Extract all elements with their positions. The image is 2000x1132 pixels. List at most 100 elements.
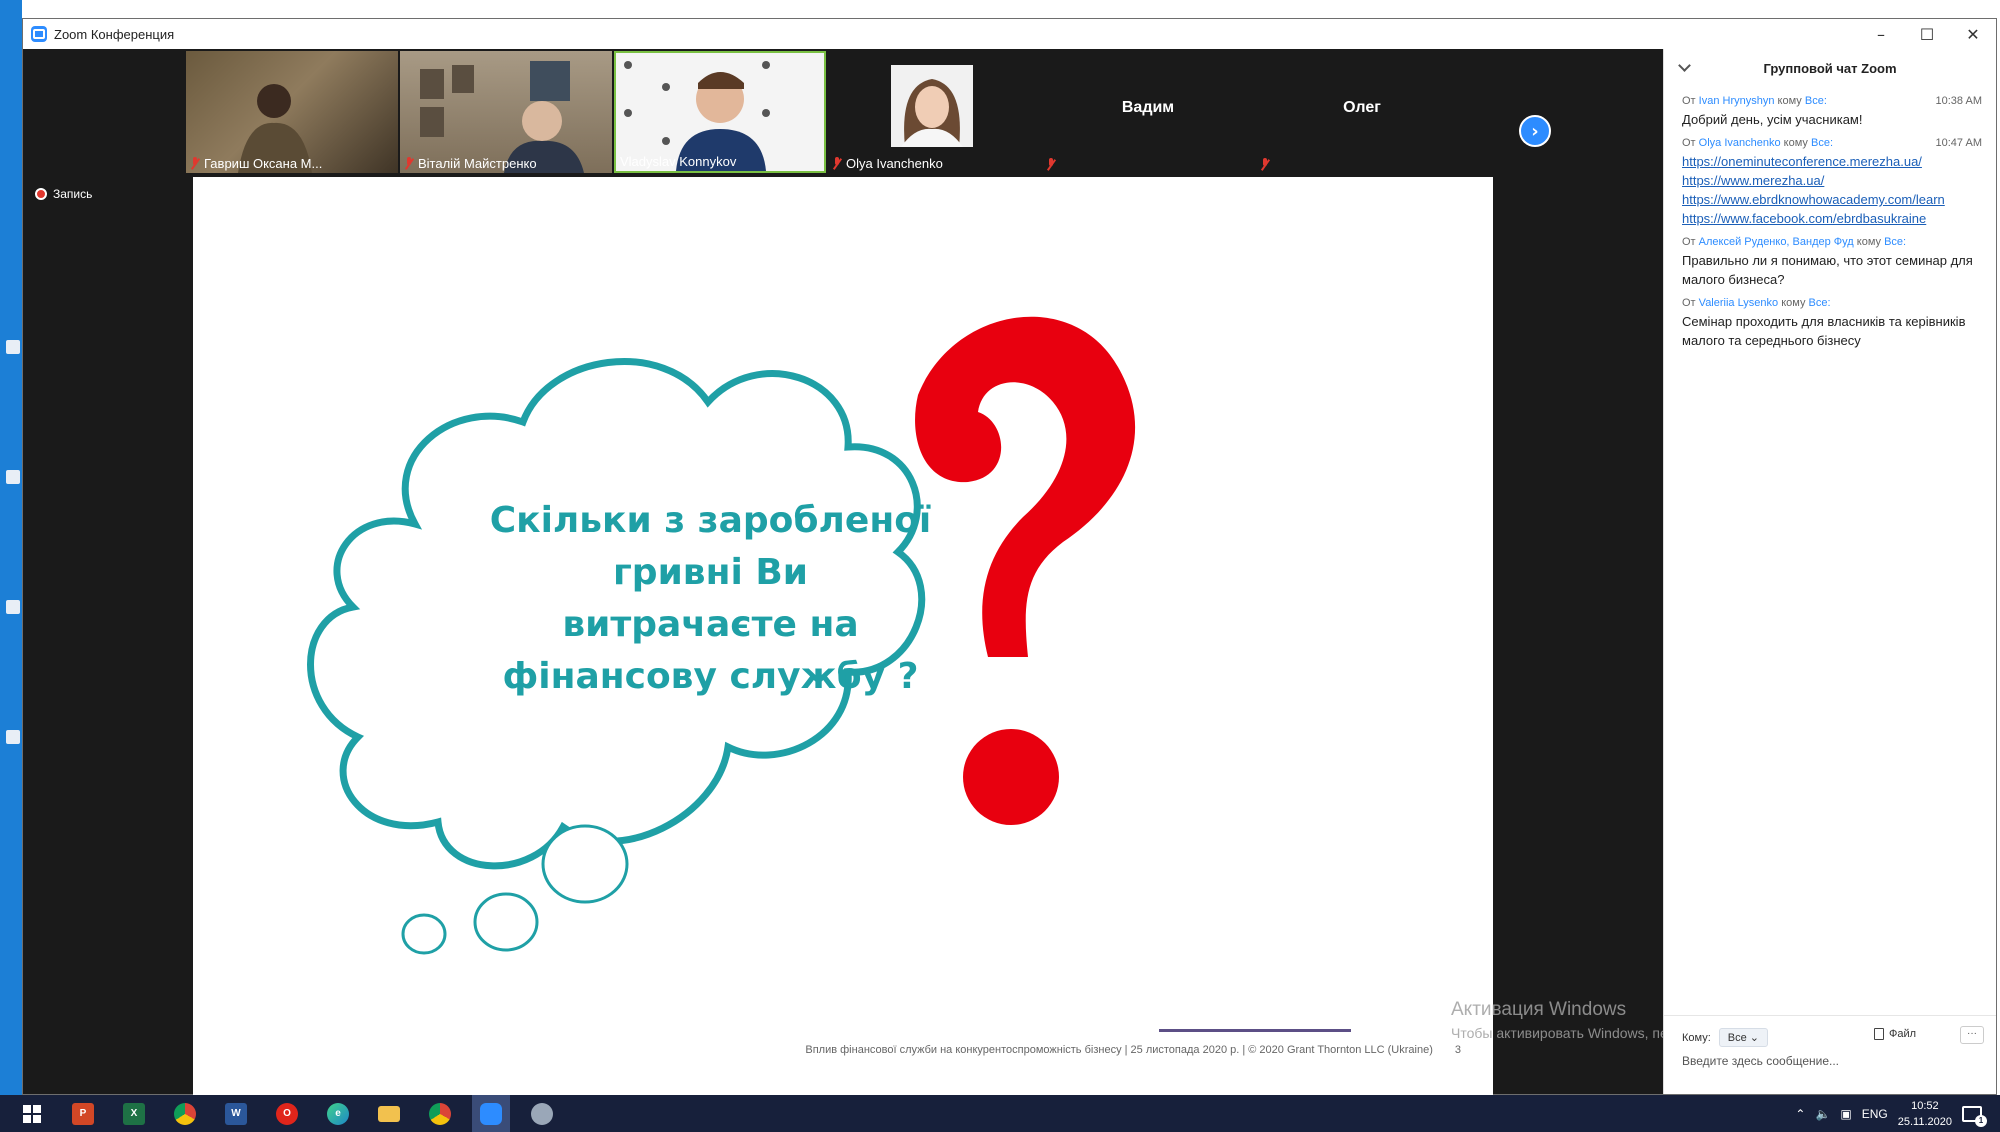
video-tile[interactable]: Гавриш Оксана М... xyxy=(186,51,398,173)
from-prefix: От xyxy=(1682,236,1696,248)
chat-title: Групповой чат Zoom xyxy=(1763,60,1897,76)
slide-page-number: 3 xyxy=(1454,1044,1461,1056)
chat-message: От Алексей Руденко, Вандер Фуд кому Все:… xyxy=(1682,236,1982,289)
next-page-button[interactable]: › xyxy=(1519,115,1551,147)
chat-header: Групповой чат Zoom xyxy=(1664,49,1996,87)
chat-message: От Ivan Hrynyshyn кому Все: 10:38 AM Добр… xyxy=(1682,95,1982,129)
recipient-select[interactable]: Все ⌄ xyxy=(1718,1028,1769,1047)
video-tile[interactable]: Olya Ivanchenko xyxy=(828,51,1040,173)
video-tile[interactable]: Віталій Майстренко xyxy=(400,51,612,173)
chat-message: От Valeriia Lysenko кому Все: Семінар пр… xyxy=(1682,297,1982,350)
chevron-up-icon[interactable]: ⌃ xyxy=(1795,1107,1805,1121)
chat-link[interactable]: https://www.facebook.com/ebrdbasukraine xyxy=(1682,209,1982,228)
to-prefix: кому xyxy=(1783,137,1808,149)
cloud-question-text: Скільки з заробленої гривні Ви витрачаєт… xyxy=(478,495,943,703)
volume-icon[interactable]: 🔈 xyxy=(1815,1107,1830,1121)
participant-name: Olya Ivanchenko xyxy=(846,156,943,171)
opera-icon[interactable]: O xyxy=(268,1095,306,1132)
participant-name: Олег xyxy=(1343,99,1381,116)
video-tile[interactable]: Вадим xyxy=(1042,51,1254,173)
cloud-line: Скільки з заробленої xyxy=(489,500,932,541)
chat-link[interactable]: https://oneminuteconference.merezha.ua/ xyxy=(1682,152,1982,171)
title-bar: Zoom Конференция – ☐ ✕ xyxy=(23,19,1996,49)
muted-mic-icon xyxy=(832,157,842,170)
chat-message-input[interactable]: Введите здесь сообщение... xyxy=(1682,1054,1839,1068)
file-label: Файл xyxy=(1889,1028,1917,1040)
close-button[interactable]: ✕ xyxy=(1950,19,1996,49)
file-button[interactable]: Файл xyxy=(1874,1028,1916,1040)
clock-time: 10:52 xyxy=(1911,1099,1939,1112)
cloud-line: фінансову службу ? xyxy=(502,656,919,697)
network-icon[interactable]: ▣ xyxy=(1840,1107,1851,1121)
recipient: Все: xyxy=(1808,297,1831,309)
cloud-line: витрачаєте на xyxy=(562,604,859,645)
zoom-logo-icon xyxy=(31,26,47,42)
desktop-shortcut-icon[interactable] xyxy=(6,340,20,354)
maximize-button[interactable]: ☐ xyxy=(1904,19,1950,49)
sender-name[interactable]: Ivan Hrynyshyn xyxy=(1699,95,1775,107)
excel-icon[interactable]: X xyxy=(115,1095,153,1132)
recipient: Все: xyxy=(1884,236,1907,248)
edge-icon[interactable]: e xyxy=(319,1095,357,1132)
sender-name[interactable]: Алексей Руденко, Вандер Фуд xyxy=(1699,236,1854,248)
windows-start-icon[interactable] xyxy=(13,1095,51,1132)
chat-link[interactable]: https://www.merezha.ua/ xyxy=(1682,171,1982,190)
question-mark-hook xyxy=(915,316,1136,657)
slide-footer: Вплив фінансової служби на конкурентоспр… xyxy=(703,1044,1483,1056)
word-icon[interactable]: W xyxy=(217,1095,255,1132)
more-options-button[interactable]: ··· xyxy=(1960,1026,1984,1044)
muted-mic-icon xyxy=(404,157,414,170)
participant-avatar xyxy=(891,65,973,147)
thought-bubble-medium xyxy=(473,892,539,952)
desktop-background xyxy=(0,0,22,1095)
from-prefix: От xyxy=(1682,137,1696,149)
video-tile-active-speaker[interactable]: Vladyslav Konnykov xyxy=(614,51,826,173)
thought-bubble-small xyxy=(401,913,447,955)
recipient: Все: xyxy=(1810,137,1833,149)
sender-name[interactable]: Valeriia Lysenko xyxy=(1699,297,1779,309)
language-indicator[interactable]: ENG xyxy=(1862,1107,1888,1121)
footer-divider xyxy=(1159,1029,1351,1032)
paint-icon[interactable] xyxy=(523,1095,561,1132)
message-time: 10:38 AM xyxy=(1935,95,1982,107)
clock-date: 25.11.2020 xyxy=(1897,1115,1952,1128)
window-title: Zoom Конференция xyxy=(54,26,175,42)
notifications-icon[interactable]: 1 xyxy=(1962,1105,1987,1127)
zoom-taskbar-icon[interactable] xyxy=(472,1095,510,1132)
message-text: Добрий день, усім учасникам! xyxy=(1682,112,1863,127)
participant-name: Гавриш Оксана М... xyxy=(204,156,323,171)
muted-mic-icon xyxy=(190,157,200,170)
chrome-icon[interactable] xyxy=(166,1095,204,1132)
desktop-shortcut-icon[interactable] xyxy=(6,730,20,744)
recipient-select-value: Все xyxy=(1727,1032,1747,1044)
chat-composer: Кому: Все ⌄ Файл ··· Введите здесь сообщ… xyxy=(1664,1015,1996,1094)
record-icon xyxy=(35,188,47,200)
desktop-shortcut-icon[interactable] xyxy=(6,470,20,484)
video-tile[interactable]: Олег xyxy=(1256,51,1468,173)
sender-name[interactable]: Olya Ivanchenko xyxy=(1699,137,1781,149)
participant-name: Вадим xyxy=(1121,99,1175,116)
to-label: Кому: xyxy=(1682,1031,1711,1044)
system-tray: ⌃ 🔈 ▣ ENG 10:52 25.11.2020 1 xyxy=(1795,1095,1987,1132)
shared-screen-slide: Скільки з заробленої гривні Ви витрачаєт… xyxy=(193,177,1493,1096)
file-explorer-icon[interactable] xyxy=(370,1095,408,1132)
participant-name: Vladyslav Konnykov xyxy=(620,154,737,169)
minimize-button[interactable]: – xyxy=(1858,19,1904,49)
chat-link[interactable]: https://www.ebrdknowhowacademy.com/learn xyxy=(1682,190,1982,209)
chrome-icon-2[interactable] xyxy=(421,1095,459,1132)
to-prefix: кому xyxy=(1781,297,1806,309)
chat-panel: Групповой чат Zoom От Ivan Hrynyshyn ком… xyxy=(1663,49,1996,1094)
participant-video xyxy=(238,84,312,173)
recording-label: Запись xyxy=(53,187,93,201)
desktop-shortcut-icon[interactable] xyxy=(6,600,20,614)
clock[interactable]: 10:52 25.11.2020 xyxy=(1898,1098,1952,1130)
video-gallery-strip: Гавриш Оксана М... Віталій Майстренко Vl… xyxy=(23,49,1663,175)
file-icon xyxy=(1874,1028,1884,1040)
to-prefix: кому xyxy=(1856,236,1882,248)
notification-count: 1 xyxy=(1975,1114,1987,1127)
recording-indicator[interactable]: Запись xyxy=(35,187,92,201)
powerpoint-icon[interactable]: P xyxy=(64,1095,102,1132)
message-text: Семінар проходить для власників та керів… xyxy=(1682,314,1966,348)
message-time: 10:47 AM xyxy=(1935,137,1982,149)
muted-mic-icon xyxy=(1260,158,1270,171)
